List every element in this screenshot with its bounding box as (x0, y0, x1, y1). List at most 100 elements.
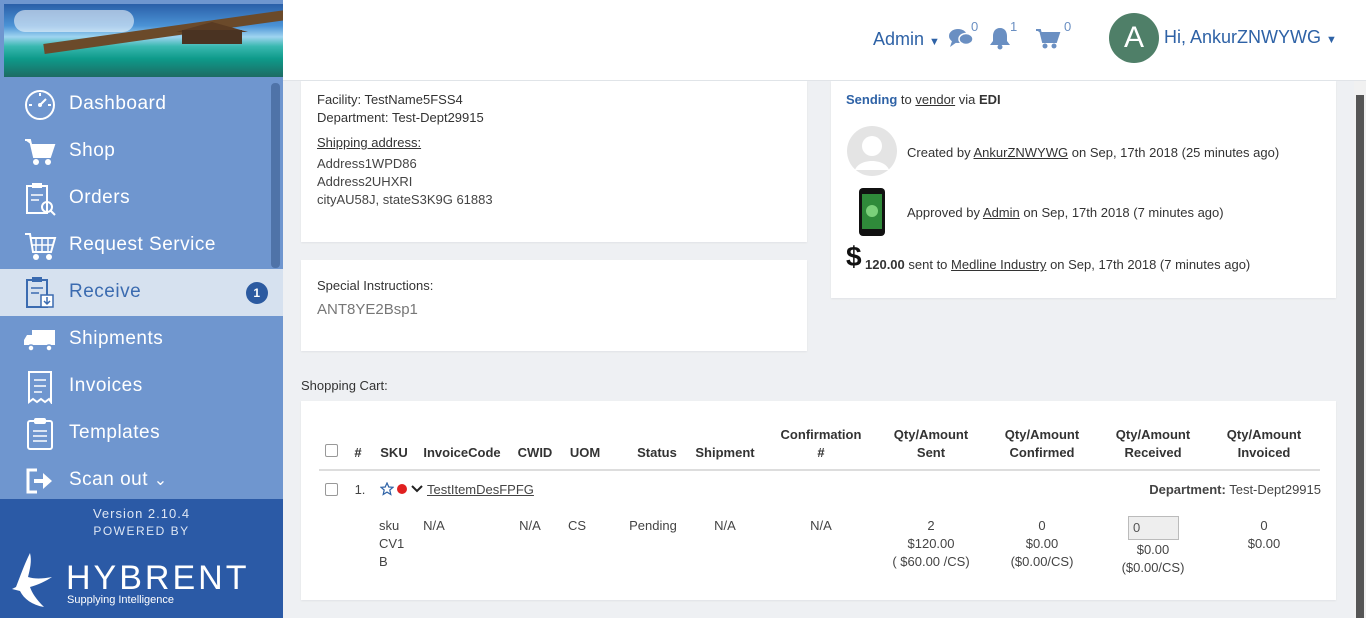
column-header-shipment: Shipment (695, 445, 755, 460)
user-avatar-placeholder-icon (847, 126, 897, 176)
column-header-invoice-code: InvoiceCode (423, 445, 501, 460)
notifications-count: 1 (1010, 19, 1018, 34)
row-checkbox[interactable] (325, 483, 338, 496)
receive-count-badge: 1 (246, 282, 268, 304)
sending-status: Sending (846, 92, 898, 107)
column-header-qty-received: Qty/Amount Received (1115, 427, 1191, 460)
notifications-bell-icon[interactable] (989, 26, 1011, 50)
sidebar-item-label: Scan out ⌄ (69, 469, 168, 490)
department-label: Department: (317, 110, 389, 125)
special-instructions-card: Special Instructions: ANT8YE2Bsp1 (301, 260, 807, 351)
sidebar-item-label: Receive (69, 281, 142, 302)
column-header-cwid: CWID (517, 445, 553, 460)
caret-down-icon: ▼ (929, 36, 940, 48)
address-card: Facility: TestName5FSS4 Department: Test… (301, 81, 807, 242)
invoice-code-cell: N/A (423, 518, 445, 533)
vendor-link[interactable]: vendor (915, 92, 955, 107)
column-header-status: Status (637, 445, 677, 460)
qty-sent-cell: 2 $120.00( $60.00 /CS) (892, 518, 970, 569)
sidebar-item-label: Templates (69, 422, 161, 443)
column-header-num: # (354, 445, 362, 460)
sidebar-item-receive[interactable]: Receive 1 (0, 269, 283, 316)
facility-label: Facility: (317, 92, 362, 107)
special-instructions-value: ANT8YE2Bsp1 (317, 301, 418, 318)
top-header: Admin ▼ 0 1 0 A Hi, AnkurZNWYWG ▼ (283, 0, 1366, 81)
sidebar-item-scan-out[interactable]: Scan out ⌄ (0, 457, 283, 504)
facility-value: TestName5FSS4 (364, 92, 463, 107)
sidebar-item-label: Dashboard (69, 93, 167, 114)
shipment-cell: N/A (714, 518, 736, 533)
sidebar-scrollbar[interactable] (271, 83, 280, 268)
sidebar-item-invoices[interactable]: Invoices (0, 363, 283, 410)
orders-clipboard-icon (23, 183, 57, 216)
brand-footer: Version 2.10.4 POWERED BY HYBRENT Supply… (0, 499, 283, 618)
approved-by-user-link[interactable]: Admin (983, 205, 1020, 220)
powered-by-text: POWERED BY (93, 524, 190, 538)
expand-chevron-icon[interactable] (411, 484, 423, 494)
receive-clipboard-icon (23, 277, 57, 309)
user-menu-dropdown[interactable]: Hi, AnkurZNWYWG ▼ (1164, 27, 1337, 48)
caret-down-icon: ▼ (1326, 34, 1337, 46)
version-text: Version 2.10.4 (92, 506, 191, 521)
page-scrollbar[interactable] (1354, 81, 1366, 618)
sidebar-item-label: Shop (69, 140, 116, 161)
column-header-qty-sent: Qty/Amount Sent (893, 427, 969, 460)
brand-tagline: Supplying Intelligence (67, 594, 175, 606)
sidebar: Dashboard Shop Orders Request Service Re… (0, 0, 283, 618)
sidebar-item-request-service[interactable]: Request Service (0, 222, 283, 269)
shopping-cart-card: # SKU InvoiceCode CWID UOM Status Shipme… (301, 401, 1336, 600)
sending-via-text: via (958, 92, 976, 107)
row-number: 1. (354, 482, 366, 497)
confirmation-cell: N/A (810, 518, 832, 533)
created-prefix: Created by (907, 145, 971, 160)
brand-name: HYBRENT (66, 559, 250, 597)
sidebar-item-orders[interactable]: Orders (0, 175, 283, 222)
cart-icon (23, 136, 57, 168)
qty-confirmed-cell: 0 $0.00 ($0.00/CS) (1010, 518, 1074, 569)
qty-received-cell: $0.00 ($0.00/CS) (1121, 542, 1185, 575)
dollar-sign-icon: $ (846, 241, 862, 272)
cart-header-icon[interactable] (1035, 28, 1061, 50)
order-activity-card: Sending to vendor via EDI Created by Ank… (831, 81, 1336, 298)
page-scrollbar-thumb[interactable] (1356, 95, 1364, 618)
avatar[interactable]: A (1109, 13, 1159, 63)
created-by-user-link[interactable]: AnkurZNWYWG (974, 145, 1069, 160)
column-header-confirmation: Confirmation # (780, 427, 862, 460)
admin-label: Admin (873, 29, 925, 49)
edi-label: EDI (979, 92, 1001, 107)
received-qty-input[interactable]: 0 (1128, 516, 1179, 540)
vendor-name-link[interactable]: Medline Industry (951, 257, 1046, 272)
sidebar-nav: Dashboard Shop Orders Request Service Re… (0, 81, 283, 504)
sku-cell: sku CV1 B (379, 518, 405, 569)
address-line-1: Address1WPD86 (317, 156, 417, 171)
column-header-qty-invoiced: Qty/Amount Invoiced (1226, 427, 1302, 460)
select-all-checkbox[interactable] (325, 444, 338, 457)
sent-suffix: on Sep, 17th 2018 (7 minutes ago) (1050, 257, 1251, 272)
sidebar-item-dashboard[interactable]: Dashboard (0, 81, 283, 128)
address-line-3: cityAU58J, stateS3K9G 61883 (317, 192, 493, 207)
sidebar-item-shipments[interactable]: Shipments (0, 316, 283, 363)
status-cell: Pending (629, 518, 677, 533)
sidebar-item-shop[interactable]: Shop (0, 128, 283, 175)
favorite-star-icon[interactable] (380, 482, 394, 496)
admin-menu-dropdown[interactable]: Admin ▼ (873, 29, 940, 50)
sent-amount: 120.00 (865, 257, 905, 272)
header-banner-image (4, 4, 283, 77)
department-value: Test-Dept29915 (391, 110, 484, 125)
item-name-link[interactable]: TestItemDesFPFG (427, 481, 534, 499)
approved-prefix: Approved by (907, 205, 980, 220)
templates-clipboard-icon (23, 418, 57, 450)
hybrent-logo-icon (12, 553, 52, 607)
column-header-uom: UOM (569, 445, 601, 460)
sidebar-item-label: Invoices (69, 375, 143, 396)
messages-count: 0 (971, 19, 979, 34)
sidebar-item-templates[interactable]: Templates (0, 410, 283, 457)
sidebar-item-label: Orders (69, 187, 131, 208)
sending-to-text: to (900, 92, 912, 107)
sidebar-item-label: Shipments (69, 328, 164, 349)
sidebar-item-label: Request Service (69, 234, 216, 255)
cart-count: 0 (1064, 19, 1072, 34)
row-department: Department: Test-Dept29915 (1149, 482, 1321, 497)
shipping-address-label: Shipping address: (317, 135, 422, 150)
service-cart-icon (23, 230, 57, 262)
